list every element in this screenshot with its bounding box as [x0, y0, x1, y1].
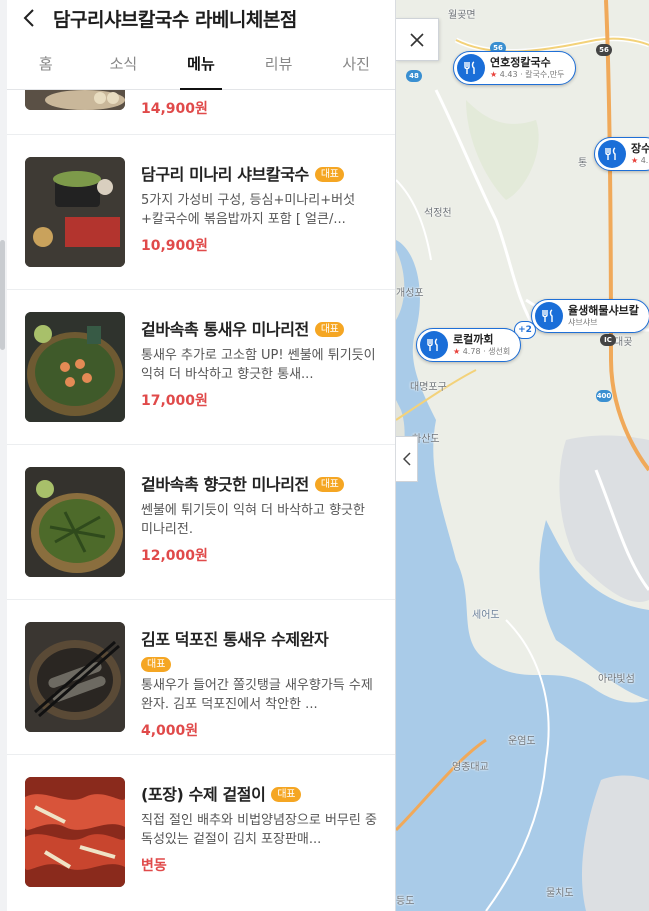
menu-desc: 직접 절인 배추와 비법양념장으로 버무린 중독성있는 겉절이 김치 포장판매.…	[141, 813, 377, 847]
menu-price: 14,900원	[141, 101, 208, 117]
star-icon: ★	[453, 346, 461, 356]
menu-item[interactable]: 김포 덕포진 통새우 수제완자 대표 통새우가 들어간 쫄깃탱글 새우향가득 수…	[7, 600, 395, 755]
menu-name: 겉바속촉 통새우 미나리전	[141, 320, 309, 339]
marker-rating: 4.	[640, 155, 649, 165]
menu-price: 4,000원	[141, 723, 199, 739]
road-shield-48: 48	[406, 70, 422, 82]
map-label-seokjeong: 석정천	[424, 208, 452, 219]
close-icon	[410, 32, 424, 47]
marker-category: 칼국수,만두	[525, 69, 565, 79]
menu-thumb	[25, 157, 125, 267]
map-label-tong: 통	[578, 158, 588, 169]
marker-name: 로컬까회	[453, 333, 494, 347]
road-shield-ic: IC	[600, 334, 616, 346]
menu-desc: 5가지 가성비 구성, 등심+미나리+버섯+칼국수에 볶음밥까지 포함 [ 얼큰…	[141, 193, 356, 227]
tab-menu[interactable]: 메뉴	[162, 36, 240, 90]
menu-item-partial[interactable]: 14,900원	[7, 90, 395, 135]
scrollbar-thumb[interactable]	[0, 240, 5, 350]
collapse-panel-button[interactable]	[396, 436, 418, 482]
menu-item[interactable]: 담구리 미나리 샤브칼국수 대표 5가지 가성비 구성, 등심+미나리+버섯+칼국…	[7, 135, 395, 290]
tab-news[interactable]: 소식	[85, 36, 163, 90]
menu-thumb	[25, 90, 125, 110]
menu-thumb	[25, 777, 125, 887]
menu-item[interactable]: (포장) 수제 겉절이 대표 직접 절인 배추와 비법양념장으로 버무린 중독성있…	[7, 755, 395, 911]
close-panel-button[interactable]	[396, 18, 439, 61]
menu-desc: 통새우가 들어간 쫄깃탱글 새우향가득 수제완자. 김포 덕포진에서 착안한 .…	[141, 678, 373, 712]
marker-category: 샤브샤브	[568, 317, 598, 327]
signature-badge: 대표	[314, 322, 345, 337]
map-label-seeodo: 세어도	[472, 610, 500, 621]
menu-desc: 통새우 추가로 고소함 UP! 쎈불에 튀기듯이 익혀 더 바삭하고 향긋한 통…	[141, 348, 376, 382]
back-arrow-icon	[23, 9, 34, 27]
road-shield-400: 400	[596, 390, 612, 402]
menu-name: 김포 덕포진 통새우 수제완자	[141, 630, 329, 649]
back-button[interactable]	[23, 9, 41, 27]
menu-price: 17,000원	[141, 393, 208, 409]
marker-category: 생선회	[488, 346, 511, 356]
panel-edge	[0, 0, 7, 911]
menu-item[interactable]: 겉바속촉 향긋한 미나리전 대표 쎈불에 튀기듯이 익혀 더 바삭하고 향긋한 미…	[7, 445, 395, 600]
menu-price: 변동	[141, 858, 167, 874]
menu-item[interactable]: 겉바속촉 통새우 미나리전 대표 통새우 추가로 고소함 UP! 쎈불에 튀기듯이…	[7, 290, 395, 445]
restaurant-icon	[535, 302, 563, 330]
map-label-gaeseong: 개성포	[396, 288, 424, 299]
star-icon: ★	[490, 69, 498, 79]
map-label-wolgot: 월곶면	[448, 10, 476, 21]
map-label-daemyeong: 대명포구	[410, 382, 447, 393]
menu-name: 겉바속촉 향긋한 미나리전	[141, 475, 309, 494]
menu-price: 12,000원	[141, 548, 208, 564]
menu-thumb	[25, 467, 125, 577]
signature-badge: 대표	[271, 787, 302, 802]
map-label-ando: 등도	[396, 896, 415, 907]
menu-list[interactable]: 14,900원 담구리 미나리 샤브칼국수 대표 5가지 가성비 구성, 등심+미…	[7, 90, 395, 911]
menu-name: 담구리 미나리 샤브칼국수	[141, 165, 309, 184]
map-label-unyeomdo: 운염도	[508, 736, 536, 747]
panel-header: 담구리샤브칼국수 라베니체본점 홈 소식 메뉴 리뷰 사진	[7, 0, 395, 90]
map-label-yeongjong-bridge: 영종대교	[452, 762, 489, 773]
restaurant-icon	[598, 140, 626, 168]
map-label-daegok: 대곶	[614, 337, 633, 348]
map-marker-yulsaeng[interactable]: 율생해물샤브칼 샤브샤브	[531, 299, 649, 333]
tab-photo[interactable]: 사진	[317, 36, 395, 90]
menu-name: (포장) 수제 겉절이	[141, 785, 266, 804]
map-marker-local[interactable]: 로컬까회 ★ 4.78 · 생선회	[416, 328, 522, 362]
tab-bar: 홈 소식 메뉴 리뷰 사진	[7, 36, 395, 90]
menu-thumb	[25, 312, 125, 422]
marker-name: 율생해물샤브칼	[568, 304, 639, 318]
signature-badge: 대표	[314, 167, 345, 182]
signature-badge: 대표	[141, 657, 172, 672]
map-marker-jangsu[interactable]: 장수 ★ 4.	[594, 137, 649, 171]
road-shield-56b: 56	[596, 44, 612, 56]
tab-home[interactable]: 홈	[7, 36, 85, 90]
place-detail-panel: 담구리샤브칼국수 라베니체본점 홈 소식 메뉴 리뷰 사진 14,900원 담구…	[7, 0, 396, 911]
signature-badge: 대표	[314, 477, 345, 492]
marker-name: 장수	[631, 142, 649, 156]
map-view[interactable]: 월곶면 통 석정천 개성포 대명포구 하산도 대곶 세어도 운염도 영종대교 아…	[396, 0, 649, 911]
restaurant-icon	[420, 331, 448, 359]
restaurant-icon	[457, 54, 485, 82]
chevron-left-icon	[402, 452, 411, 466]
store-name: 담구리샤브칼국수 라베니체본점	[53, 8, 297, 31]
map-marker-yeonhojeong[interactable]: 연호정칼국수 ★ 4.43 · 칼국수,만두	[453, 51, 576, 85]
marker-rating: 4.78	[462, 346, 481, 356]
map-label-arabit: 아라빛섬	[598, 674, 635, 685]
menu-thumb	[25, 622, 125, 732]
marker-rating: 4.43	[499, 69, 518, 79]
star-icon: ★	[631, 155, 639, 165]
menu-price: 10,900원	[141, 238, 208, 254]
map-label-mulchido: 물치도	[546, 888, 574, 899]
menu-desc: 쎈불에 튀기듯이 익혀 더 바삭하고 향긋한 미나리전.	[141, 503, 365, 537]
tab-review[interactable]: 리뷰	[240, 36, 318, 90]
marker-name: 연호정칼국수	[490, 56, 551, 70]
